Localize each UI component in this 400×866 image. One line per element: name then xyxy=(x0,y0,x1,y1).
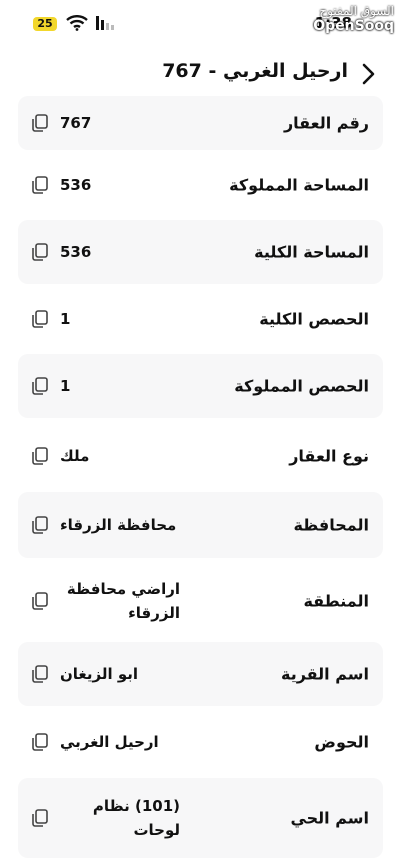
detail-label: نوع العقار xyxy=(289,446,369,466)
detail-label: المنطقة xyxy=(303,591,369,611)
copy-icon[interactable] xyxy=(30,732,50,752)
copy-icon[interactable] xyxy=(30,446,50,466)
signal-icon xyxy=(96,16,114,30)
copy-icon[interactable] xyxy=(30,309,50,329)
detail-value: ملك xyxy=(60,447,90,465)
detail-value: 536 xyxy=(60,176,92,194)
detail-row: المحافظة محافظة الزرقاء xyxy=(18,492,383,558)
detail-row: اسم القرية ابو الزيغان xyxy=(18,642,383,706)
detail-label: الحصص الكلية xyxy=(259,309,369,329)
detail-value: اراضي محافظة الزرقاء xyxy=(66,580,180,622)
copy-icon[interactable] xyxy=(30,376,50,396)
detail-row: المنطقة اراضي محافظة الزرقاء xyxy=(18,564,383,638)
detail-row: المساحة المملوكة 536 xyxy=(18,156,383,214)
detail-label: المساحة المملوكة xyxy=(229,175,369,195)
detail-row: الحصص المملوكة 1 xyxy=(18,354,383,418)
battery-indicator: 25 xyxy=(33,17,57,31)
copy-icon[interactable] xyxy=(30,113,50,133)
detail-label: المساحة الكلية xyxy=(254,242,369,262)
detail-label: المحافظة xyxy=(293,515,369,535)
detail-label: رقم العقار xyxy=(283,113,369,133)
detail-value: 1 xyxy=(60,310,71,328)
detail-value: 1 xyxy=(60,377,71,395)
copy-icon[interactable] xyxy=(30,515,50,535)
opensooq-watermark: السوق المفتوح OpenSooq xyxy=(313,4,394,34)
detail-row: الحوض ارحيل الغربي xyxy=(18,710,383,774)
copy-icon[interactable] xyxy=(30,591,50,611)
watermark-arabic: السوق المفتوح xyxy=(319,4,394,18)
detail-label: اسم الحي xyxy=(290,808,369,828)
detail-label: اسم القرية xyxy=(280,664,369,684)
detail-value: (101) نظام لوحات xyxy=(92,797,180,839)
watermark-english: OpenSooq xyxy=(313,18,394,34)
copy-icon[interactable] xyxy=(30,664,50,684)
copy-icon[interactable] xyxy=(30,808,50,828)
detail-value: 536 xyxy=(60,243,92,261)
copy-icon[interactable] xyxy=(30,175,50,195)
detail-label: الحصص المملوكة xyxy=(234,376,369,396)
page-title: ارحيل الغربي - 767 xyxy=(162,60,348,82)
wifi-icon xyxy=(66,15,88,31)
detail-value: محافظة الزرقاء xyxy=(60,516,177,534)
detail-label: الحوض xyxy=(314,732,369,752)
detail-row: اسم الحي (101) نظام لوحات xyxy=(18,778,383,858)
detail-row: الحصص الكلية 1 xyxy=(18,290,383,348)
detail-value: ابو الزيغان xyxy=(60,665,139,683)
detail-row: نوع العقار ملك xyxy=(18,424,383,488)
detail-row: رقم العقار 767 xyxy=(18,96,383,150)
chevron-right-icon[interactable] xyxy=(354,60,382,88)
detail-value: 767 xyxy=(60,114,92,132)
copy-icon[interactable] xyxy=(30,242,50,262)
detail-value: ارحيل الغربي xyxy=(60,733,159,751)
header: ارحيل الغربي - 767 xyxy=(0,52,400,96)
status-bar: 25 1:38 السوق المفتوح OpenSooq xyxy=(0,0,400,44)
detail-row: المساحة الكلية 536 xyxy=(18,220,383,284)
